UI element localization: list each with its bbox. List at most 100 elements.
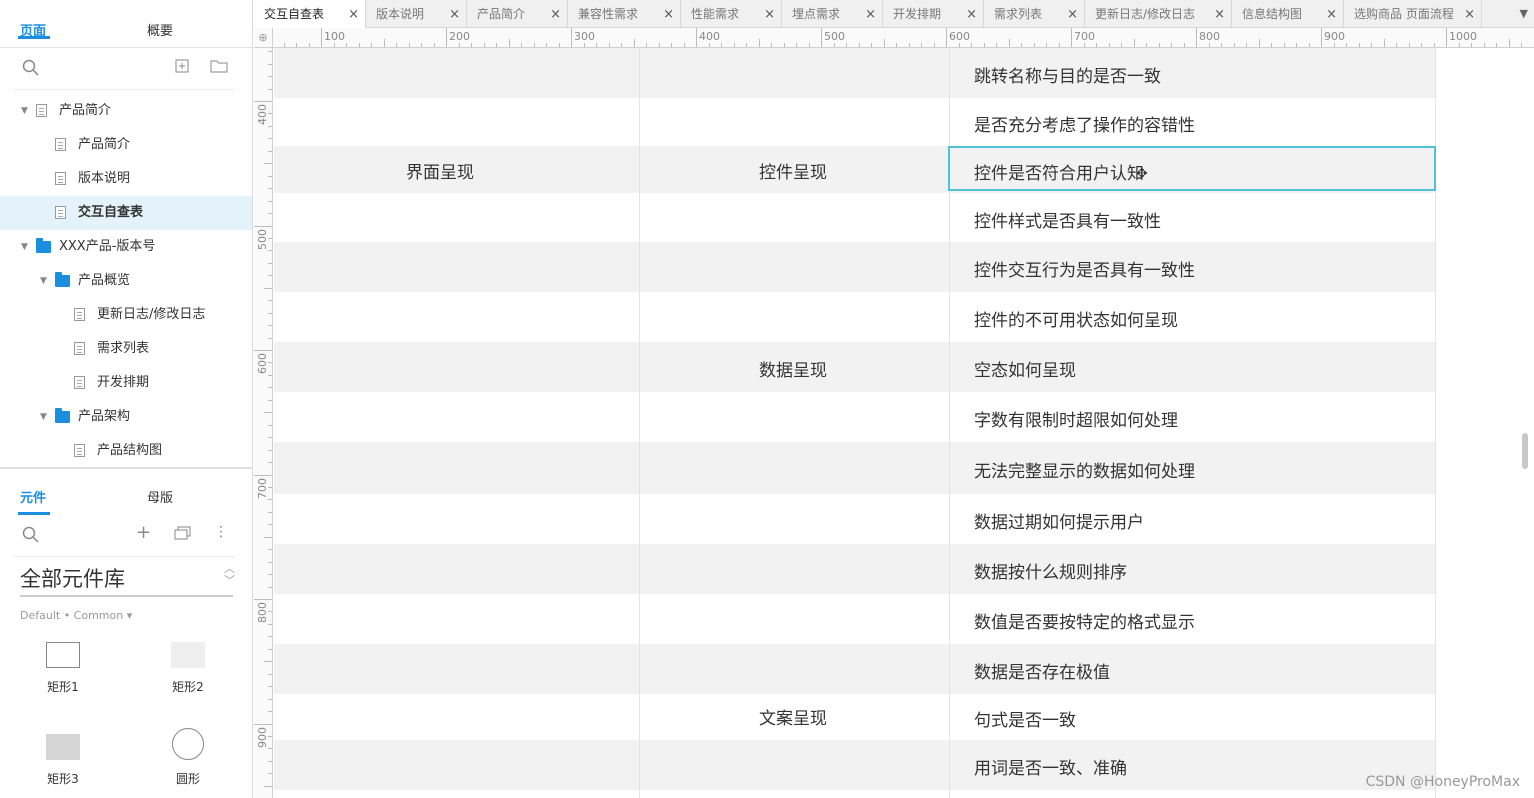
close-icon[interactable]: × xyxy=(966,1,977,29)
ruler-tick xyxy=(1458,43,1460,47)
ruler-tick xyxy=(268,549,272,551)
tree-item[interactable]: ▼ 产品概览 xyxy=(0,264,252,298)
ruler-tick xyxy=(1183,43,1185,47)
tree-item[interactable]: ▼ XXX产品-版本号 xyxy=(0,230,252,264)
ruler-tick xyxy=(268,586,272,588)
tree-item[interactable]: 需求列表 xyxy=(0,332,252,366)
check-item-cell[interactable]: 字数有限制时超限如何处理 xyxy=(974,406,1178,431)
check-item-cell[interactable]: 用词是否一致、准确 xyxy=(974,754,1127,779)
add-folder-icon[interactable] xyxy=(210,59,228,77)
ruler-tick xyxy=(1233,43,1235,47)
check-item-cell[interactable]: 无法完整显示的数据如何处理 xyxy=(974,457,1195,482)
group-cell[interactable]: 数据呈现 xyxy=(759,356,827,381)
ruler-tick xyxy=(571,28,572,47)
tab-document[interactable]: 交互自查表 × xyxy=(254,0,366,29)
tree-item[interactable]: 产品简介 xyxy=(0,128,252,162)
search-icon[interactable] xyxy=(22,526,40,548)
check-item-cell[interactable]: 空态如何呈现 xyxy=(974,356,1076,381)
ruler-tick xyxy=(268,51,272,53)
close-icon[interactable]: × xyxy=(663,1,674,29)
tab-document[interactable]: 信息结构图 × xyxy=(1232,0,1344,28)
tab-document[interactable]: 兼容性需求 × xyxy=(568,0,681,28)
close-icon[interactable]: × xyxy=(449,1,460,29)
check-item-cell[interactable]: 句式是否一致 xyxy=(974,706,1076,731)
library-manage-icon[interactable] xyxy=(174,526,192,544)
tab-document[interactable]: 选购商品 页面流程 × xyxy=(1344,0,1482,28)
ruler-tick xyxy=(1158,43,1160,47)
close-icon[interactable]: × xyxy=(865,1,876,29)
expand-arrow-icon[interactable]: ▼ xyxy=(40,400,47,434)
tab-document[interactable]: 埋点需求 × xyxy=(782,0,883,28)
tab-document[interactable]: 版本说明 × xyxy=(366,0,467,28)
group-cell[interactable]: 文案呈现 xyxy=(759,704,827,729)
close-icon[interactable]: × xyxy=(348,1,359,29)
tab-document[interactable]: 性能需求 × xyxy=(681,0,782,28)
ruler-origin-icon[interactable]: ⊕ xyxy=(254,28,273,48)
widget-circle[interactable]: 圆形 xyxy=(148,728,228,787)
vertical-scrollbar[interactable] xyxy=(1522,433,1528,469)
search-icon[interactable] xyxy=(22,59,40,81)
add-library-icon[interactable]: + xyxy=(136,522,151,543)
expand-arrow-icon[interactable]: ▼ xyxy=(40,264,47,298)
category-cell[interactable]: 界面呈现 xyxy=(406,158,474,183)
close-icon[interactable]: × xyxy=(1067,1,1078,29)
widget-rect2[interactable]: 矩形2 xyxy=(148,642,228,695)
tree-item[interactable]: 开发排期 xyxy=(0,366,252,400)
ruler-tick xyxy=(268,213,272,215)
check-item-cell[interactable]: 跳转名称与目的是否一致 xyxy=(974,62,1161,87)
tab-label: 更新日志/修改日志 xyxy=(1095,7,1196,21)
widget-rect1[interactable]: 矩形1 xyxy=(23,642,103,695)
tab-outline[interactable]: 概要 xyxy=(125,0,250,47)
check-item-cell[interactable]: 控件的不可用状态如何呈现 xyxy=(974,306,1178,331)
tree-item[interactable]: ▼ 产品简介 xyxy=(0,94,252,128)
tab-list-dropdown-icon[interactable]: ▼ xyxy=(1520,0,1528,28)
expand-arrow-icon[interactable]: ▼ xyxy=(21,94,28,128)
group-cell[interactable]: 控件呈现 xyxy=(759,158,827,183)
pages-toolbar xyxy=(14,48,234,90)
check-item-cell[interactable]: 数据是否存在极值 xyxy=(974,658,1110,683)
tab-widgets[interactable]: 元件 xyxy=(0,469,125,515)
tree-item[interactable]: 版本说明 xyxy=(0,162,252,196)
close-icon[interactable]: × xyxy=(1464,1,1475,29)
design-canvas[interactable]: 跳转名称与目的是否一致 是否充分考虑了操作的容错性 控件是否符合用户认知 控件样式是否… xyxy=(274,48,1534,798)
ruler-tick xyxy=(1046,43,1047,47)
ruler-tick xyxy=(808,43,810,47)
ruler-tick xyxy=(846,43,847,47)
tab-document[interactable]: 开发排期 × xyxy=(883,0,984,28)
close-icon[interactable]: × xyxy=(550,1,561,29)
tree-item-label: 开发排期 xyxy=(97,375,150,390)
check-item-cell[interactable]: 数据过期如何提示用户 xyxy=(974,508,1144,533)
library-subtitle[interactable]: Default • Common ▾ xyxy=(20,609,253,622)
expand-arrow-icon[interactable]: ▼ xyxy=(21,230,28,264)
tree-item[interactable]: 交互自查表 xyxy=(0,196,252,230)
ruler-tick xyxy=(433,43,435,47)
ruler-tick xyxy=(1258,39,1260,47)
tab-pages[interactable]: 页面 xyxy=(0,0,125,47)
tab-document[interactable]: 更新日志/修改日志 × xyxy=(1085,0,1232,28)
close-icon[interactable]: × xyxy=(1214,1,1225,29)
selected-cell-highlight[interactable] xyxy=(948,146,1436,191)
table-row xyxy=(274,740,1436,790)
check-item-cell[interactable]: 数据按什么规则排序 xyxy=(974,558,1127,583)
check-item-cell[interactable]: 是否充分考虑了操作的容错性 xyxy=(974,111,1195,136)
ruler-tick xyxy=(268,686,272,688)
tree-item[interactable]: 更新日志/修改日志 xyxy=(0,298,252,332)
widget-rect3[interactable]: 矩形3 xyxy=(23,734,103,787)
tab-document[interactable]: 需求列表 × xyxy=(984,0,1085,28)
more-options-icon[interactable]: ⋮ xyxy=(214,524,228,540)
document-tab-bar: 交互自查表 × 版本说明 × 产品简介 × 兼容性需求 × 性能需求 × 埋点需求 × 开发排期 × 需求列… xyxy=(254,0,1534,29)
close-icon[interactable]: × xyxy=(1326,1,1337,29)
check-item-cell[interactable]: 控件交互行为是否具有一致性 xyxy=(974,256,1195,281)
ruler-tick xyxy=(1271,43,1272,47)
library-selector[interactable]: 全部元件库 ︿ ﹀ xyxy=(20,563,235,597)
tree-item[interactable]: 产品结构图 xyxy=(0,434,252,468)
close-icon[interactable]: × xyxy=(764,1,775,29)
tab-document[interactable]: 产品简介 × xyxy=(467,0,568,28)
tree-item-label: XXX产品-版本号 xyxy=(59,239,156,254)
ruler-tick xyxy=(1321,28,1322,47)
tab-masters[interactable]: 母版 xyxy=(125,469,250,515)
add-page-icon[interactable] xyxy=(175,59,189,77)
check-item-cell[interactable]: 控件样式是否具有一致性 xyxy=(974,207,1161,232)
check-item-cell[interactable]: 数值是否要按特定的格式显示 xyxy=(974,608,1195,633)
tree-item[interactable]: ▼ 产品架构 xyxy=(0,400,252,434)
